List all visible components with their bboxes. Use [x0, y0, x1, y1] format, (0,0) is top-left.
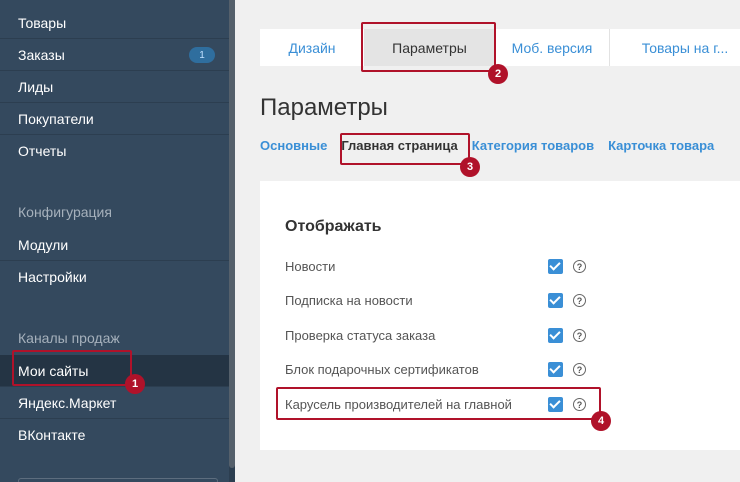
top-tabs: Дизайн Параметры Моб. версия Товары на г…	[260, 29, 740, 66]
callout-box-1	[12, 350, 132, 386]
callout-box-4	[276, 387, 601, 420]
sidebar-item-reports[interactable]: Отчеты	[0, 135, 229, 167]
option-label: Проверка статуса заказа	[285, 327, 436, 343]
section-title: Отображать	[285, 218, 382, 235]
checkbox-checked[interactable]	[548, 293, 563, 308]
checkbox-checked[interactable]	[548, 362, 563, 377]
sidebar-item-label: ВКонтакте	[18, 427, 86, 443]
sidebar-item-label: Настройки	[18, 269, 87, 285]
option-row-order-status: Проверка статуса заказа ?	[285, 325, 586, 345]
sidebar-bottom-control[interactable]	[18, 478, 218, 482]
option-label: Подписка на новости	[285, 292, 413, 308]
sidebar-item-label: Яндекс.Маркет	[18, 394, 117, 411]
callout-number-1: 1	[125, 374, 145, 394]
callout-number-2: 2	[488, 64, 508, 84]
sidebar-item-label: Заказы	[18, 46, 65, 63]
callout-box-2	[361, 22, 496, 72]
sidebar-item-label: Покупатели	[18, 110, 94, 127]
sidebar-item-orders[interactable]: Заказы 1	[0, 39, 229, 71]
sidebar-item-label: Отчеты	[18, 143, 67, 159]
tab-mobile-version[interactable]: Моб. версия	[495, 29, 610, 66]
sidebar-item-vkontakte[interactable]: ВКонтакте	[0, 419, 229, 451]
page-title: Параметры	[260, 94, 388, 121]
option-row-newsletter: Подписка на новости ?	[285, 290, 586, 310]
help-icon[interactable]: ?	[573, 329, 586, 342]
option-row-gift-certificates: Блок подарочных сертификатов ?	[285, 359, 586, 379]
checkbox-checked[interactable]	[548, 328, 563, 343]
sidebar-item-customers[interactable]: Покупатели	[0, 103, 229, 135]
tab-products-on[interactable]: Товары на г...	[610, 29, 740, 66]
sidebar-section-sales: Каналы продаж	[18, 330, 120, 346]
sidebar: Товары Заказы 1 Лиды Покупатели Отчеты Ко…	[0, 0, 229, 482]
help-icon[interactable]: ?	[573, 260, 586, 273]
callout-number-3: 3	[460, 157, 480, 177]
subtabs: Основные Главная страница Категория това…	[260, 138, 728, 153]
orders-count-badge: 1	[189, 47, 215, 63]
tab-design[interactable]: Дизайн	[260, 29, 365, 66]
sidebar-item-label: Товары	[18, 14, 67, 31]
sidebar-item-leads[interactable]: Лиды	[0, 71, 229, 103]
subtab-general[interactable]: Основные	[260, 138, 327, 153]
callout-box-3	[340, 133, 470, 165]
sidebar-item-modules[interactable]: Модули	[0, 229, 229, 261]
option-label: Новости	[285, 258, 336, 274]
option-label: Блок подарочных сертификатов	[285, 361, 479, 377]
option-row-news: Новости ?	[285, 256, 586, 276]
sidebar-section-config: Конфигурация	[18, 204, 112, 220]
help-icon[interactable]: ?	[573, 294, 586, 307]
subtab-product-category[interactable]: Категория товаров	[472, 138, 594, 153]
sidebar-item-settings[interactable]: Настройки	[0, 261, 229, 293]
checkbox-checked[interactable]	[548, 259, 563, 274]
sidebar-item-products[interactable]: Товары	[0, 7, 229, 39]
help-icon[interactable]: ?	[573, 363, 586, 376]
callout-number-4: 4	[591, 411, 611, 431]
subtab-product-card[interactable]: Карточка товара	[608, 138, 714, 153]
sidebar-item-yandex-market[interactable]: Яндекс.Маркет	[0, 387, 229, 419]
sidebar-item-label: Лиды	[18, 78, 54, 95]
sidebar-item-label: Модули	[18, 236, 69, 253]
